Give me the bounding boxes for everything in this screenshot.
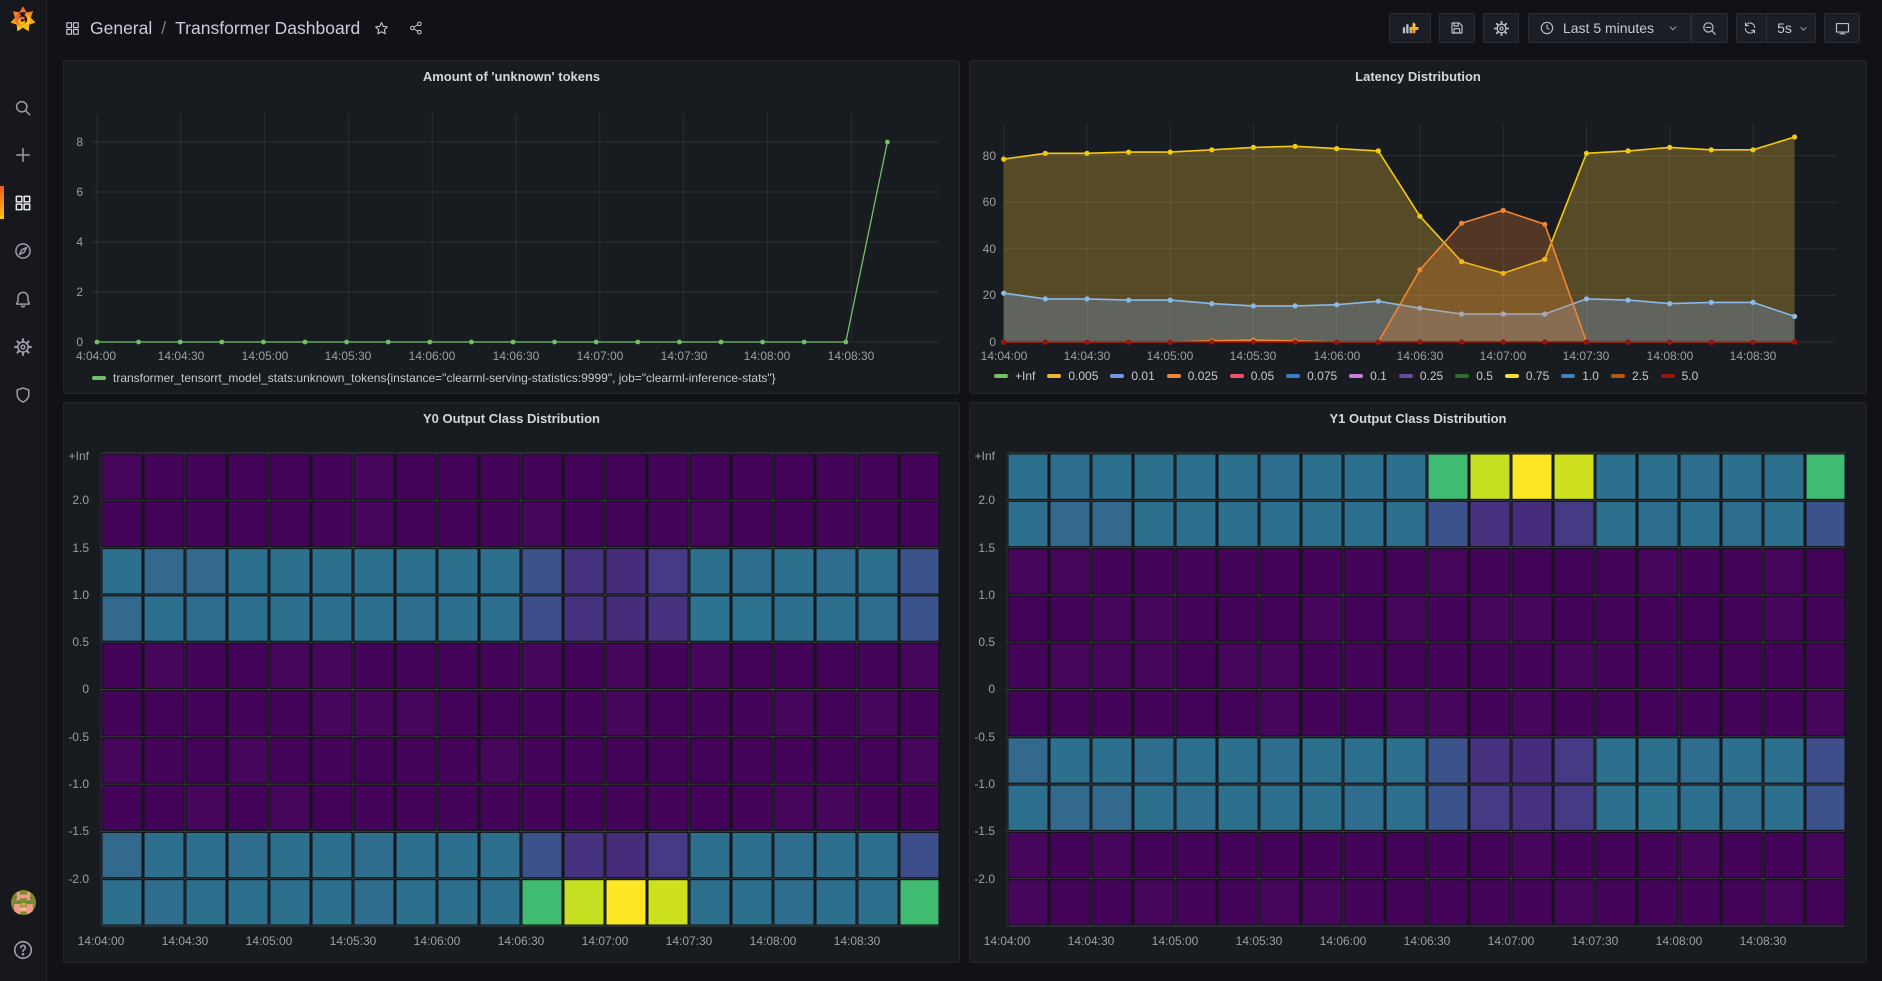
svg-text:-1.5: -1.5: [68, 824, 89, 838]
svg-text:-2.0: -2.0: [68, 872, 89, 886]
svg-text:8: 8: [76, 135, 83, 149]
svg-text:60: 60: [983, 195, 997, 209]
svg-text:-1.5: -1.5: [974, 824, 995, 838]
svg-text:40: 40: [983, 242, 997, 256]
svg-text:6: 6: [76, 185, 83, 199]
svg-text:20: 20: [983, 288, 997, 302]
svg-text:1.0: 1.0: [978, 588, 995, 602]
svg-text:0.5: 0.5: [72, 635, 89, 649]
svg-text:0: 0: [989, 335, 996, 349]
svg-text:0: 0: [76, 335, 83, 349]
svg-text:0: 0: [82, 682, 89, 696]
svg-text:-2.0: -2.0: [974, 872, 995, 886]
svg-text:2: 2: [76, 285, 83, 299]
svg-text:0: 0: [988, 682, 995, 696]
svg-text:1.5: 1.5: [978, 541, 995, 555]
svg-text:-1.0: -1.0: [68, 777, 89, 791]
svg-text:2.0: 2.0: [72, 493, 89, 507]
svg-text:1.0: 1.0: [72, 588, 89, 602]
svg-text:4: 4: [76, 235, 83, 249]
svg-text:-0.5: -0.5: [974, 730, 995, 744]
svg-text:2.0: 2.0: [978, 493, 995, 507]
svg-text:+Inf: +Inf: [975, 449, 996, 463]
svg-text:80: 80: [983, 149, 997, 163]
svg-text:-0.5: -0.5: [68, 730, 89, 744]
svg-text:-1.0: -1.0: [974, 777, 995, 791]
svg-text:+Inf: +Inf: [69, 449, 90, 463]
svg-text:1.5: 1.5: [72, 541, 89, 555]
svg-text:0.5: 0.5: [978, 635, 995, 649]
